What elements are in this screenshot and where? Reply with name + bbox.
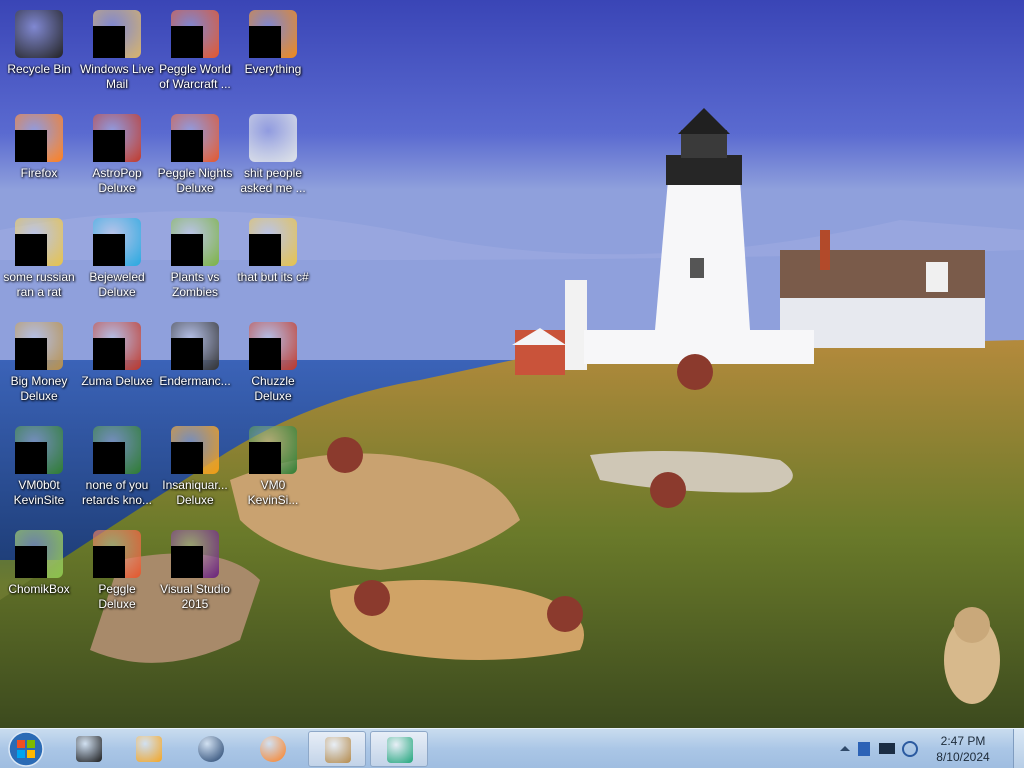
taskbar-button[interactable] — [182, 731, 240, 767]
desktop-icon[interactable]: Windows Live Mail — [78, 4, 156, 102]
firefox-icon — [260, 736, 286, 762]
redaction-box — [171, 130, 203, 162]
desktop-icon-label: Bejeweled Deluxe — [89, 270, 145, 299]
desktop-icon[interactable]: Everything — [234, 4, 312, 102]
box-icon — [387, 737, 413, 763]
desktop-icon-label: ChomikBox — [8, 582, 70, 596]
redaction-box — [93, 338, 125, 370]
redaction-box — [171, 442, 203, 474]
redaction-box — [93, 130, 125, 162]
desktop-icon-label: Visual Studio 2015 — [160, 582, 230, 611]
redaction-box — [15, 442, 47, 474]
clock[interactable]: 2:47 PM 8/10/2024 — [928, 733, 998, 765]
redaction-box — [249, 338, 281, 370]
desktop-icon-label: Recycle Bin — [7, 62, 71, 76]
desktop-icon[interactable]: Recycle Bin — [0, 4, 78, 102]
desktop-icon[interactable]: Plants vs Zombies — [156, 212, 234, 310]
desktop-icon[interactable]: Peggle World of Warcraft ... — [156, 4, 234, 102]
desktop-icon-label: Peggle World of Warcraft ... — [159, 62, 231, 91]
desktop-icon-label: VM0b0t KevinSite — [13, 478, 65, 507]
desktop-icon-label: none of you retards kno... — [81, 478, 153, 507]
windows-orb-icon — [8, 731, 44, 767]
desktop-icon[interactable]: some russian ran a rat — [0, 212, 78, 310]
desktop-icon-label: Peggle Nights Deluxe — [157, 166, 233, 195]
system-tray: 2:47 PM 8/10/2024 — [834, 729, 1014, 768]
desktop-icon[interactable]: Peggle Nights Deluxe — [156, 108, 234, 206]
redaction-box — [249, 26, 281, 58]
volume-icon — [902, 741, 918, 757]
desktop-icon-label: Big Money Deluxe — [10, 374, 68, 403]
redaction-box — [15, 546, 47, 578]
desktop-icon[interactable]: Zuma Deluxe — [78, 316, 156, 414]
money-bag-icon — [325, 737, 351, 763]
desktop-icon[interactable]: Big Money Deluxe — [0, 316, 78, 414]
desktop-icon[interactable]: Insaniquar... Deluxe — [156, 420, 234, 518]
taskbar-button[interactable] — [308, 731, 366, 767]
desktop-icon[interactable]: that but its c# — [234, 212, 312, 310]
redaction-box — [171, 26, 203, 58]
recycle-bin-icon — [15, 10, 63, 58]
redaction-box — [93, 26, 125, 58]
redaction-box — [171, 546, 203, 578]
desktop-icon-label: VM0 KevinSi... — [247, 478, 299, 507]
redaction-box — [93, 546, 125, 578]
desktop-icon[interactable]: none of you retards kno... — [78, 420, 156, 518]
desktop-icon[interactable]: ChomikBox — [0, 524, 78, 622]
show-desktop-button[interactable] — [1013, 729, 1024, 768]
tray-app-icon — [858, 742, 870, 756]
desktop-icon-label: some russian ran a rat — [3, 270, 75, 299]
redaction-box — [249, 442, 281, 474]
folder-icon — [249, 114, 297, 162]
network-icon — [879, 743, 895, 754]
desktop[interactable]: Recycle Bin Windows Live Mail Peggle World… — [0, 0, 1024, 728]
clock-time: 2:47 PM — [940, 734, 986, 748]
desktop-icon[interactable]: Endermanc... — [156, 316, 234, 414]
desktop-icon-label: Peggle Deluxe — [98, 582, 136, 611]
desktop-icon-label: Windows Live Mail — [79, 62, 155, 91]
desktop-icon[interactable]: VM0 KevinSi... — [234, 420, 312, 518]
redaction-box — [171, 338, 203, 370]
desktop-icon-label: Zuma Deluxe — [81, 374, 153, 388]
desktop-icon[interactable]: Visual Studio 2015 — [156, 524, 234, 622]
desktop-icon-label: Plants vs Zombies — [170, 270, 220, 299]
show-hidden-icons-chevron-icon — [840, 746, 850, 751]
clock-date: 8/10/2024 — [936, 750, 990, 764]
taskbar-button[interactable] — [120, 731, 178, 767]
desktop-icon-label: that but its c# — [237, 270, 309, 284]
desktop-icon-label: Firefox — [20, 166, 58, 180]
desktop-icon[interactable]: VM0b0t KevinSite — [0, 420, 78, 518]
globe-icon — [198, 736, 224, 762]
desktop-icon-label: Everything — [244, 62, 302, 76]
redaction-box — [15, 130, 47, 162]
redaction-box — [15, 338, 47, 370]
desktop-icon[interactable]: Bejeweled Deluxe — [78, 212, 156, 310]
taskbar-button[interactable] — [370, 731, 428, 767]
desktop-icon-label: AstroPop Deluxe — [92, 166, 142, 195]
desktop-icon-label: Endermanc... — [159, 374, 231, 388]
desktop-icon[interactable]: Firefox — [0, 108, 78, 206]
redaction-box — [93, 234, 125, 266]
redaction-box — [93, 442, 125, 474]
start-button[interactable] — [4, 729, 48, 768]
taskbar-button[interactable] — [60, 731, 118, 767]
desktop-icon-label: Chuzzle Deluxe — [251, 374, 295, 403]
redaction-box — [171, 234, 203, 266]
desktop-icon[interactable]: Peggle Deluxe — [78, 524, 156, 622]
desktop-icon[interactable]: shit people asked me ... — [234, 108, 312, 206]
desktop-icon[interactable]: AstroPop Deluxe — [78, 108, 156, 206]
taskbar-button[interactable] — [244, 731, 302, 767]
desktop-icon[interactable]: Chuzzle Deluxe — [234, 316, 312, 414]
desktop-icon-label: Insaniquar... Deluxe — [162, 478, 228, 507]
media-player-icon — [136, 736, 162, 762]
desktop-icon-label: shit people asked me ... — [240, 166, 306, 195]
taskbar: 2:47 PM 8/10/2024 — [0, 728, 1024, 768]
redaction-box — [249, 234, 281, 266]
redaction-box — [15, 234, 47, 266]
terminal-icon — [76, 736, 102, 762]
